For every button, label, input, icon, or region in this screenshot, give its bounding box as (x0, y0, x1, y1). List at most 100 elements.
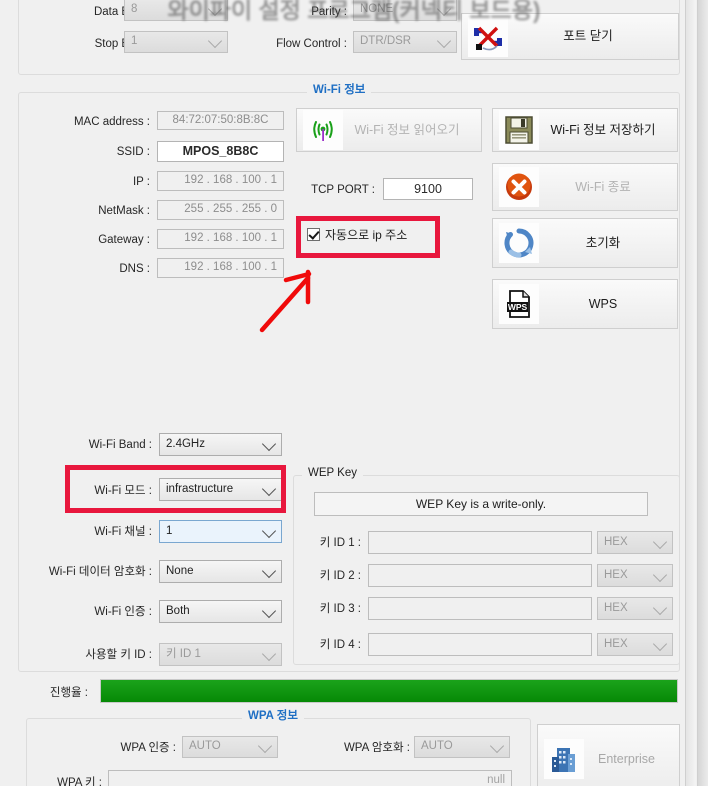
wep-key-3-field[interactable] (368, 597, 592, 620)
ip-field: 192 . 168 . 100 . 1 (157, 171, 284, 191)
netmask-value: 255 . 255 . 255 . 0 (184, 203, 277, 216)
wps-button-label: WPS (588, 296, 618, 311)
wpa-info-group-title: WPA 정보 (242, 710, 304, 723)
enterprise-button[interactable]: Enterprise (537, 724, 680, 786)
progress-bar-fill (101, 680, 677, 702)
close-port-button-label: 포트 닫기 (563, 29, 613, 44)
flow-control-value: DTR/DSR (360, 35, 412, 48)
wep-key-4-field[interactable] (368, 633, 592, 656)
wifi-band-label: Wi-Fi Band : (88, 439, 152, 451)
vertical-scrollbar[interactable] (697, 0, 708, 786)
reset-button-label: 초기화 (585, 235, 621, 250)
data-bits-combo[interactable]: 8 (124, 0, 228, 21)
ssid-value: MPOS_8B8C (182, 144, 259, 159)
chevron-down-icon (652, 636, 668, 651)
wep-key-1-type-value: HEX (604, 535, 628, 548)
chevron-down-icon (261, 646, 277, 661)
chevron-down-icon (261, 523, 277, 538)
wep-key-2-type-combo[interactable]: HEX (597, 564, 673, 587)
chevron-down-icon (652, 600, 668, 615)
wifi-auth-label: Wi-Fi 인증 : (94, 606, 152, 618)
wifi-band-combo[interactable]: 2.4GHz (159, 433, 282, 456)
auto-ip-checkbox[interactable]: 자동으로 ip 주소 (307, 228, 407, 241)
wpa-auth-combo[interactable]: AUTO (182, 736, 278, 758)
wep-key-1-label: 키 ID 1 : (319, 537, 361, 549)
wep-key-3-type-value: HEX (604, 601, 628, 614)
wep-key-1-type-combo[interactable]: HEX (597, 531, 673, 554)
chevron-down-icon (257, 738, 273, 754)
key-id-in-use-label: 사용할 키 ID : (85, 649, 152, 661)
checkbox-checked-icon (307, 228, 320, 241)
wifi-channel-label: Wi-Fi 채널 : (94, 526, 152, 538)
save-wifi-info-button-label: Wi-Fi 정보 저장하기 (550, 122, 656, 137)
mac-address-label: MAC address : (73, 116, 150, 128)
read-wifi-info-button[interactable]: Wi-Fi 정보 읽어오기 (296, 108, 482, 152)
enterprise-button-label: Enterprise (598, 751, 655, 766)
terminate-wifi-button[interactable]: Wi-Fi 종료 (492, 163, 678, 211)
wep-key-2-field[interactable] (368, 564, 592, 587)
window-right-edge (685, 0, 696, 786)
wep-key-group-title: WEP Key (302, 467, 363, 480)
red-x-circle-icon (499, 167, 539, 207)
wifi-data-encryption-label: Wi-Fi 데이터 암호화 : (48, 566, 152, 578)
parity-combo[interactable]: NONE (353, 0, 457, 21)
wpa-encryption-combo[interactable]: AUTO (414, 736, 510, 758)
wifi-data-encryption-combo[interactable]: None (159, 560, 282, 583)
flow-control-combo[interactable]: DTR/DSR (353, 31, 457, 53)
wpa-key-label: WPA 키 : (57, 777, 102, 786)
floppy-save-icon (499, 110, 539, 150)
chevron-down-icon (261, 481, 277, 496)
chevron-down-icon (261, 436, 277, 451)
tcp-port-field[interactable]: 9100 (383, 178, 473, 200)
parity-label: Parity : (311, 6, 347, 18)
reset-button[interactable]: 초기화 (492, 218, 678, 268)
wep-key-3-label: 키 ID 3 : (319, 603, 361, 615)
annotation-arrow-icon (259, 269, 312, 333)
wpa-encryption-label: WPA 암호화 : (343, 742, 410, 754)
wep-key-2-label: 키 ID 2 : (319, 570, 361, 582)
stop-bits-combo[interactable]: 1 (124, 31, 228, 53)
wep-key-1-field[interactable] (368, 531, 592, 554)
parity-value: NONE (360, 3, 394, 16)
wifi-mode-combo[interactable]: infrastructure (159, 478, 282, 501)
ip-label: IP : (132, 176, 150, 188)
chevron-down-icon (436, 33, 452, 49)
wifi-channel-combo[interactable]: 1 (159, 520, 282, 543)
wpa-encryption-value: AUTO (421, 740, 453, 753)
data-bits-value: 8 (131, 3, 138, 16)
wep-key-notice: WEP Key is a write-only. (314, 492, 648, 516)
chevron-down-icon (261, 563, 277, 578)
flow-control-label: Flow Control : (276, 38, 347, 50)
tcp-port-label: TCP PORT : (311, 184, 375, 196)
wpa-key-field[interactable]: null (108, 770, 512, 786)
wep-key-4-type-combo[interactable]: HEX (597, 633, 673, 656)
wep-key-2-type-value: HEX (604, 568, 628, 581)
chevron-down-icon (652, 534, 668, 549)
terminate-wifi-button-label: Wi-Fi 종료 (575, 179, 631, 194)
stop-bits-value: 1 (131, 35, 138, 48)
save-wifi-info-button[interactable]: Wi-Fi 정보 저장하기 (492, 108, 678, 152)
wifi-config-window: 와이파이 설정 프로그램(커넥티 보드용) Data Bits : 8 Pari… (0, 0, 708, 786)
chevron-down-icon (207, 1, 223, 17)
wps-file-icon: WPS (499, 284, 539, 324)
close-port-button[interactable]: 포트 닫기 (461, 13, 679, 60)
ssid-field[interactable]: MPOS_8B8C (157, 141, 284, 162)
wifi-auth-value: Both (166, 604, 190, 617)
disconnect-icon (468, 16, 508, 57)
wps-button[interactable]: WPS WPS (492, 279, 678, 329)
wep-key-4-label: 키 ID 4 : (319, 639, 361, 651)
read-wifi-info-button-label: Wi-Fi 정보 읽어오기 (354, 122, 460, 137)
wep-key-4-type-value: HEX (604, 637, 628, 650)
wifi-channel-value: 1 (166, 524, 173, 537)
wep-key-3-type-combo[interactable]: HEX (597, 597, 673, 620)
wifi-data-encryption-value: None (166, 564, 194, 577)
chevron-down-icon (436, 1, 452, 17)
wep-key-notice-text: WEP Key is a write-only. (415, 497, 547, 511)
key-id-in-use-combo[interactable]: 키 ID 1 (159, 643, 282, 666)
key-id-in-use-value: 키 ID 1 (166, 647, 201, 660)
wpa-auth-value: AUTO (189, 740, 221, 753)
wpa-auth-label: WPA 인증 : (120, 742, 176, 754)
wifi-auth-combo[interactable]: Both (159, 600, 282, 623)
svg-text:WPS: WPS (508, 302, 528, 312)
serial-port-panel: Data Bits : 8 Parity : NONE Stop Bits : … (18, 0, 680, 75)
